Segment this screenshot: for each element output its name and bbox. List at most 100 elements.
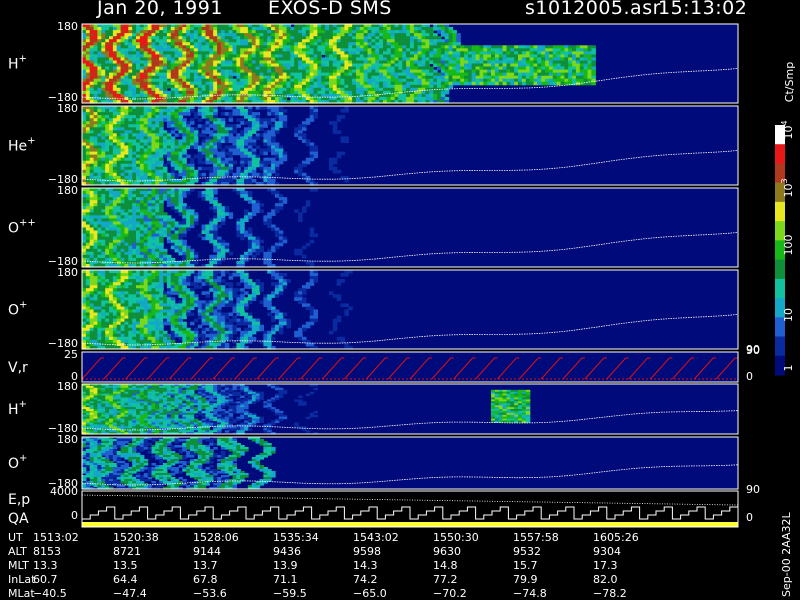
heat-cell [483, 72, 488, 77]
heat-cell [529, 72, 535, 77]
heat-cell [136, 254, 141, 259]
heat-cell [220, 106, 226, 110]
heat-cell [471, 51, 477, 55]
heat-cell [174, 221, 180, 225]
y-tick-top: 180 [57, 102, 78, 115]
heat-cell [325, 51, 330, 55]
heat-cell [294, 169, 299, 174]
heat-cell [302, 172, 307, 177]
heat-cell [201, 109, 207, 113]
heat-cell [390, 66, 396, 71]
heat-cell [228, 27, 234, 31]
heat-cell [575, 66, 581, 71]
heat-cell [128, 66, 133, 71]
heat-cell [220, 66, 226, 71]
heat-cell [89, 163, 95, 168]
heat-cell [97, 191, 102, 195]
heat-cell [379, 66, 384, 71]
heat-cell [97, 230, 102, 235]
heat-cell [109, 197, 114, 201]
heat-cell [305, 27, 311, 31]
spectrogram-figure: 180−180H+180−180He+180−180O++180−180O+90… [8, 20, 796, 600]
heat-cell [286, 57, 291, 61]
heat-cell [89, 109, 95, 113]
heat-cell [143, 154, 149, 159]
heat-cell [417, 27, 423, 31]
heat-cell [406, 81, 411, 86]
heat-cell [425, 42, 430, 46]
heat-cell [155, 191, 160, 195]
heat-cell [82, 206, 87, 210]
heat-cell [228, 81, 234, 86]
heat-cell [298, 27, 303, 31]
heat-cell [429, 57, 434, 61]
heat-cell [228, 96, 234, 101]
heat-cell [352, 81, 357, 86]
heat-cell [247, 178, 253, 183]
heat-cell [143, 133, 149, 137]
heat-cell [232, 90, 237, 95]
heat-cell [116, 230, 122, 235]
heat-cell [390, 27, 396, 31]
heat-cell [116, 66, 122, 71]
heat-cell [124, 191, 129, 195]
heat-cell [444, 51, 450, 55]
heat-cell [340, 33, 345, 37]
heat-cell [305, 139, 311, 143]
heat-cell [228, 106, 234, 110]
heat-cell [213, 172, 218, 177]
heat-cell [163, 221, 168, 225]
heat-cell [587, 51, 592, 55]
heat-cell [556, 66, 562, 71]
heat-cell [406, 51, 411, 55]
heat-cell [379, 33, 384, 37]
heat-cell [163, 81, 168, 86]
heat-cell [89, 27, 95, 31]
heat-cell [155, 33, 160, 37]
heat-cell [386, 33, 392, 37]
heat-cell [274, 148, 280, 153]
heat-cell [193, 172, 199, 177]
heat-cell [267, 172, 272, 177]
heat-cell [278, 42, 284, 46]
heat-cell [429, 81, 434, 86]
heat-cell [321, 57, 326, 61]
heat-cell [220, 154, 226, 159]
heat-cell [437, 42, 442, 46]
heat-cell [240, 163, 245, 168]
heat-cell [390, 81, 396, 86]
heat-cell [398, 72, 403, 77]
heat-cell [97, 109, 102, 113]
heat-cell [116, 148, 122, 153]
heat-cell [201, 160, 207, 165]
heat-cell [232, 160, 237, 165]
heat-cell [143, 66, 149, 71]
heat-cell [136, 236, 141, 241]
heat-cell [286, 93, 291, 98]
heat-cell [518, 51, 523, 55]
heat-cell [464, 72, 469, 77]
heat-cell [568, 66, 573, 71]
heat-cell [101, 81, 106, 86]
heat-cell [255, 51, 261, 55]
heat-cell [406, 66, 411, 71]
heat-cell [313, 42, 318, 46]
heat-cell [240, 121, 245, 125]
heat-cell [182, 27, 187, 31]
heat-cell [128, 72, 133, 77]
heat-cell [298, 42, 303, 46]
heat-cell [201, 51, 207, 55]
heat-cell [583, 72, 589, 77]
heat-cell [263, 151, 268, 156]
heat-cell [155, 206, 160, 210]
heat-cell [166, 124, 172, 128]
heat-cell [193, 96, 199, 101]
heat-cell [201, 154, 207, 159]
heat-cell [174, 172, 180, 177]
heat-cell [163, 133, 168, 137]
heat-cell [101, 197, 106, 201]
heat-cell [255, 90, 261, 95]
heat-cell [186, 154, 191, 159]
heat-cell [386, 42, 392, 46]
heat-cell [143, 139, 149, 143]
